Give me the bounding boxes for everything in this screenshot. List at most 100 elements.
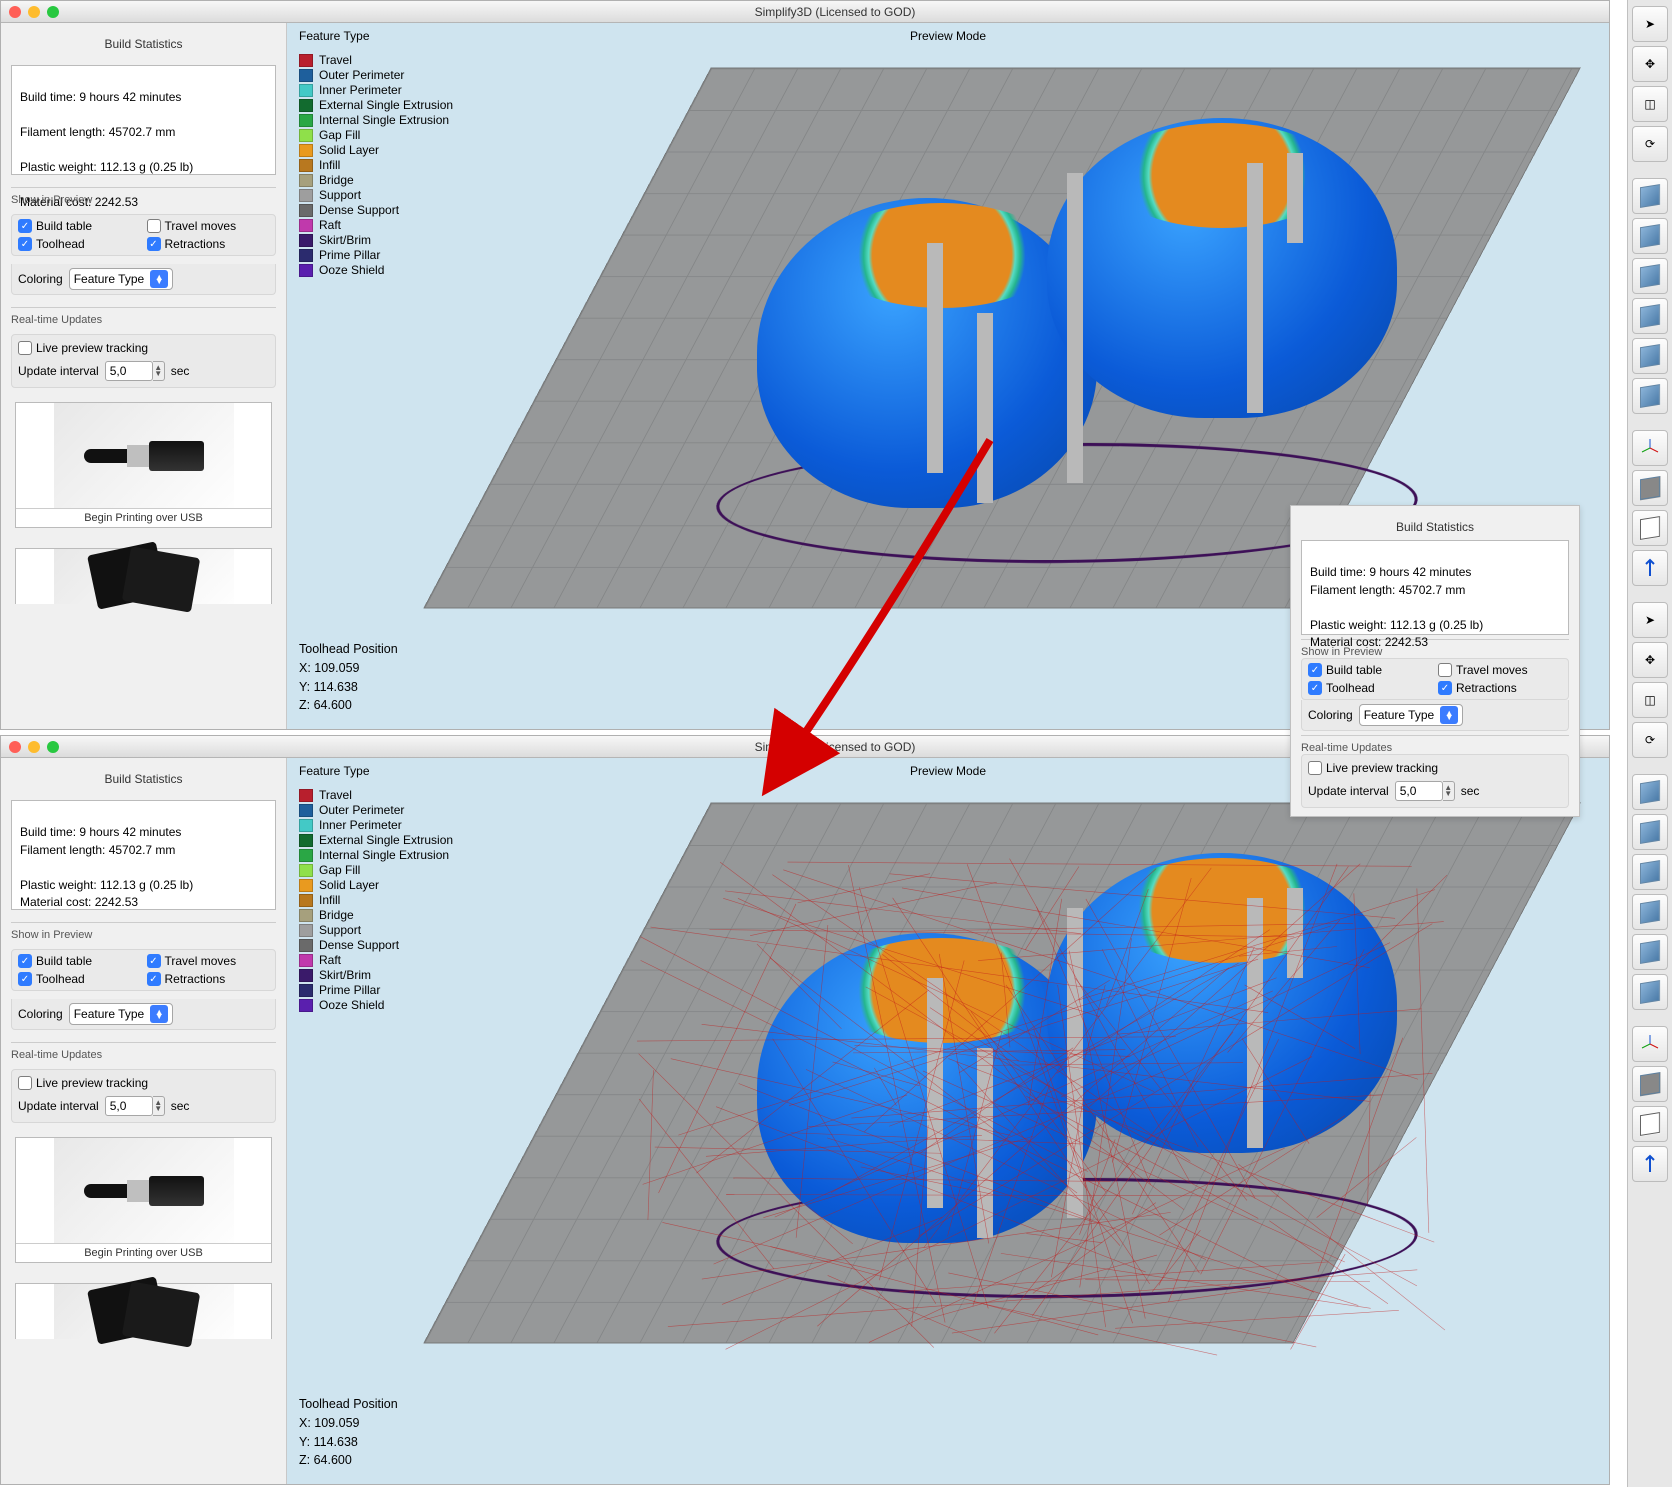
interval-input[interactable]: 5,0 (105, 361, 153, 381)
retractions-checkbox[interactable]: ✓ (147, 237, 161, 251)
view-back[interactable] (1632, 974, 1668, 1010)
view-back[interactable] (1632, 378, 1668, 414)
refresh-tool[interactable]: ⟳ (1632, 126, 1668, 162)
legend-item: Ooze Shield (299, 263, 453, 277)
zoom-icon[interactable] (47, 741, 59, 753)
axes-icon[interactable] (1632, 1026, 1668, 1062)
interval-stepper[interactable]: ▲▼ (153, 1096, 165, 1116)
usb-card[interactable]: Begin Printing over USB (15, 1137, 272, 1263)
legend-swatch (299, 894, 313, 907)
retractions-checkbox[interactable]: ✓ (1438, 681, 1452, 695)
legend-swatch (299, 264, 313, 277)
usb-card[interactable]: Begin Printing over USB (15, 402, 272, 528)
live-preview-checkbox[interactable] (1308, 761, 1322, 775)
shaded-cube[interactable] (1632, 470, 1668, 506)
feature-type-label: Feature Type (299, 29, 370, 43)
zoom-icon[interactable] (47, 6, 59, 18)
travel-moves-checkbox[interactable] (147, 219, 161, 233)
build-table-checkbox[interactable]: ✓ (18, 219, 32, 233)
interval-input[interactable]: 5,0 (1395, 781, 1443, 801)
chevron-updown-icon: ▲▼ (150, 1005, 168, 1023)
legend-item: Infill (299, 158, 453, 172)
close-icon[interactable] (9, 741, 21, 753)
coloring-select[interactable]: Feature Type ▲▼ (69, 268, 174, 290)
crop-tool[interactable]: ◫ (1632, 86, 1668, 122)
legend-swatch (299, 204, 313, 217)
pan-tool[interactable]: ✥ (1632, 642, 1668, 678)
legend-label: Support (319, 923, 361, 937)
legend-item: Ooze Shield (299, 998, 453, 1012)
legend-swatch (299, 159, 313, 172)
legend-label: Gap Fill (319, 863, 360, 877)
crop-tool[interactable]: ◫ (1632, 682, 1668, 718)
legend-label: Outer Perimeter (319, 68, 404, 82)
sd-card[interactable] (15, 548, 272, 604)
wireframe-cube[interactable] (1632, 1106, 1668, 1142)
legend-swatch (299, 924, 313, 937)
floating-stats-panel: Build Statistics Build time: 9 hours 42 … (1290, 505, 1580, 817)
refresh-tool[interactable]: ⟳ (1632, 722, 1668, 758)
interval-input[interactable]: 5,0 (105, 1096, 153, 1116)
shaded-cube[interactable] (1632, 1066, 1668, 1102)
legend-item: Infill (299, 893, 453, 907)
legend-label: Skirt/Brim (319, 968, 371, 982)
close-icon[interactable] (9, 6, 21, 18)
live-preview-checkbox[interactable] (18, 341, 32, 355)
window-title: Simplify3D (Licensed to GOD) (69, 5, 1601, 19)
interval-stepper[interactable]: ▲▼ (1443, 781, 1455, 801)
retractions-checkbox[interactable]: ✓ (147, 972, 161, 986)
legend-item: Skirt/Brim (299, 233, 453, 247)
coloring-select[interactable]: Feature Type ▲▼ (69, 1003, 174, 1025)
travel-moves-checkbox[interactable]: ✓ (147, 954, 161, 968)
legend-item: Raft (299, 218, 453, 232)
axes-icon[interactable] (1632, 430, 1668, 466)
view-top[interactable] (1632, 854, 1668, 890)
interval-stepper[interactable]: ▲▼ (153, 361, 165, 381)
minimize-icon[interactable] (28, 6, 40, 18)
view-right[interactable] (1632, 298, 1668, 334)
cursor-tool[interactable]: ➤ (1632, 6, 1668, 42)
view-right[interactable] (1632, 894, 1668, 930)
realtime-label: Real-time Updates (11, 307, 276, 326)
pan-tool[interactable]: ✥ (1632, 46, 1668, 82)
view-left[interactable] (1632, 934, 1668, 970)
chevron-updown-icon: ▲▼ (1440, 706, 1458, 724)
live-preview-checkbox[interactable] (18, 1076, 32, 1090)
stats-heading: Build Statistics (11, 772, 276, 786)
build-table-checkbox[interactable]: ✓ (18, 954, 32, 968)
legend-label: Prime Pillar (319, 248, 380, 262)
legend-label: Bridge (319, 173, 354, 187)
view-top[interactable] (1632, 258, 1668, 294)
view-front[interactable] (1632, 814, 1668, 850)
zoom-fit[interactable] (1632, 1146, 1668, 1182)
view-iso[interactable] (1632, 178, 1668, 214)
toolhead-checkbox[interactable]: ✓ (1308, 681, 1322, 695)
travel-moves-checkbox[interactable] (1438, 663, 1452, 677)
legend-item: Outer Perimeter (299, 803, 453, 817)
right-toolbar: ➤ ✥ ◫ ⟳ ➤ ✥ ◫ ⟳ (1627, 0, 1672, 1487)
stats-box: Build time: 9 hours 42 minutesFilament l… (11, 800, 276, 910)
coloring-select[interactable]: Feature Type ▲▼ (1359, 704, 1464, 726)
titlebar: Simplify3D (Licensed to GOD) (1, 1, 1609, 23)
toolhead-position: Toolhead Position X: 109.059 Y: 114.638 … (299, 640, 398, 715)
toolhead-checkbox[interactable]: ✓ (18, 237, 32, 251)
cursor-tool[interactable]: ➤ (1632, 602, 1668, 638)
legend-label: Solid Layer (319, 143, 379, 157)
coloring-label: Coloring (18, 272, 63, 286)
view-iso[interactable] (1632, 774, 1668, 810)
legend-swatch (299, 879, 313, 892)
toolhead-checkbox[interactable]: ✓ (18, 972, 32, 986)
legend-swatch (299, 219, 313, 232)
build-table-checkbox[interactable]: ✓ (1308, 663, 1322, 677)
legend-item: Dense Support (299, 938, 453, 952)
sidebar: Build Statistics Build time: 9 hours 42 … (1, 758, 287, 1484)
legend-swatch (299, 864, 313, 877)
zoom-fit[interactable] (1632, 550, 1668, 586)
sd-card[interactable] (15, 1283, 272, 1339)
wireframe-cube[interactable] (1632, 510, 1668, 546)
legend-item: Prime Pillar (299, 983, 453, 997)
minimize-icon[interactable] (28, 741, 40, 753)
view-left[interactable] (1632, 338, 1668, 374)
view-front[interactable] (1632, 218, 1668, 254)
viewport-bottom[interactable]: Feature Type Preview Mode TravelOuter Pe… (287, 758, 1609, 1484)
